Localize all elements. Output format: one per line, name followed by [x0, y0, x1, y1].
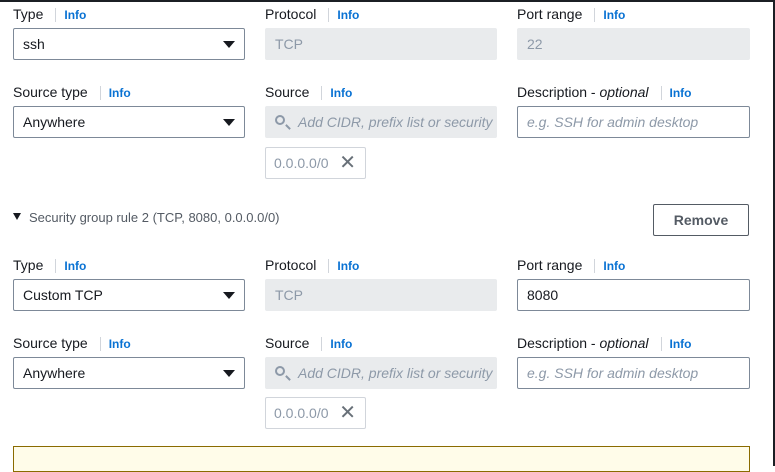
chevron-down-icon	[223, 292, 235, 299]
description-label: Description - optional Info	[517, 335, 692, 352]
description-info-link[interactable]: Info	[670, 86, 692, 100]
source-token: 0.0.0.0/0 ✕	[265, 147, 366, 179]
remove-button[interactable]: Remove	[653, 204, 749, 236]
source-search-input[interactable]: Add CIDR, prefix list or security	[265, 357, 497, 389]
source-label: Source Info	[265, 335, 353, 352]
port-range-input[interactable]: 8080	[517, 279, 750, 311]
source-type-info-link[interactable]: Info	[109, 86, 131, 100]
description-label: Description - optional Info	[517, 84, 692, 101]
port-range-info-link[interactable]: Info	[603, 259, 625, 273]
type-info-link[interactable]: Info	[64, 259, 86, 273]
type-label: Type Info	[13, 257, 87, 274]
protocol-info-link[interactable]: Info	[337, 8, 359, 22]
type-select[interactable]: Custom TCP	[13, 279, 245, 311]
close-icon[interactable]: ✕	[339, 148, 356, 178]
type-info-link[interactable]: Info	[64, 8, 86, 22]
source-search-input[interactable]: Add CIDR, prefix list or security	[265, 106, 497, 138]
description-input[interactable]: e.g. SSH for admin desktop	[517, 106, 750, 138]
caret-down-icon	[13, 213, 21, 220]
port-range-label: Port range Info	[517, 257, 626, 274]
protocol-field: TCP	[265, 28, 497, 60]
rule-2-header[interactable]: Security group rule 2 (TCP, 8080, 0.0.0.…	[13, 210, 280, 225]
protocol-label: Protocol Info	[265, 6, 360, 23]
protocol-field: TCP	[265, 279, 497, 311]
description-input[interactable]: e.g. SSH for admin desktop	[517, 357, 750, 389]
chevron-down-icon	[223, 119, 235, 126]
source-type-select[interactable]: Anywhere	[13, 106, 245, 138]
type-select[interactable]: ssh	[13, 28, 245, 60]
port-range-field: 22	[517, 28, 750, 60]
source-type-label: Source type Info	[13, 335, 131, 352]
close-icon[interactable]: ✕	[339, 398, 356, 428]
source-info-link[interactable]: Info	[330, 337, 352, 351]
port-range-info-link[interactable]: Info	[603, 8, 625, 22]
description-info-link[interactable]: Info	[670, 337, 692, 351]
source-type-select[interactable]: Anywhere	[13, 357, 245, 389]
source-token: 0.0.0.0/0 ✕	[265, 397, 366, 429]
search-icon	[275, 115, 285, 125]
search-icon	[275, 366, 285, 376]
source-info-link[interactable]: Info	[330, 86, 352, 100]
source-type-label: Source type Info	[13, 84, 131, 101]
protocol-label: Protocol Info	[265, 257, 360, 274]
chevron-down-icon	[223, 41, 235, 48]
source-label: Source Info	[265, 84, 353, 101]
warning-alert	[13, 446, 750, 472]
chevron-down-icon	[223, 370, 235, 377]
port-range-label: Port range Info	[517, 6, 626, 23]
source-type-info-link[interactable]: Info	[109, 337, 131, 351]
top-border	[0, 0, 775, 2]
protocol-info-link[interactable]: Info	[337, 259, 359, 273]
type-label: Type Info	[13, 6, 87, 23]
